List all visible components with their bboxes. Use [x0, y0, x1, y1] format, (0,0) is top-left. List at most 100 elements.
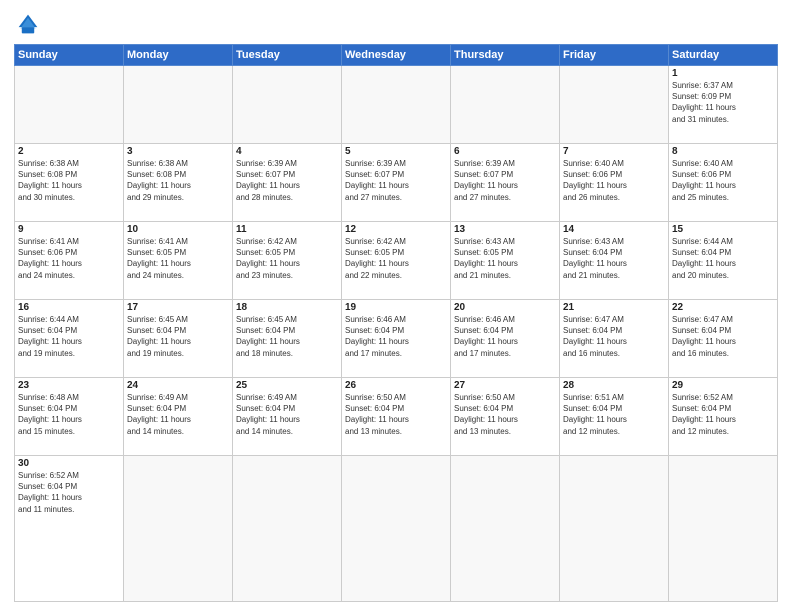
week-row-3: 9Sunrise: 6:41 AM Sunset: 6:06 PM Daylig… — [15, 222, 778, 300]
week-row-5: 23Sunrise: 6:48 AM Sunset: 6:04 PM Dayli… — [15, 378, 778, 456]
day-info: Sunrise: 6:49 AM Sunset: 6:04 PM Dayligh… — [127, 392, 229, 437]
day-number: 20 — [454, 302, 556, 313]
day-number: 21 — [563, 302, 665, 313]
day-number: 10 — [127, 224, 229, 235]
weekday-header-thursday: Thursday — [451, 45, 560, 66]
day-cell — [342, 66, 451, 144]
day-number: 30 — [18, 458, 120, 469]
day-number: 16 — [18, 302, 120, 313]
day-cell — [451, 456, 560, 602]
day-info: Sunrise: 6:43 AM Sunset: 6:05 PM Dayligh… — [454, 236, 556, 281]
day-info: Sunrise: 6:43 AM Sunset: 6:04 PM Dayligh… — [563, 236, 665, 281]
day-cell: 18Sunrise: 6:45 AM Sunset: 6:04 PM Dayli… — [233, 300, 342, 378]
day-number: 26 — [345, 380, 447, 391]
day-number: 5 — [345, 146, 447, 157]
day-cell: 11Sunrise: 6:42 AM Sunset: 6:05 PM Dayli… — [233, 222, 342, 300]
day-info: Sunrise: 6:52 AM Sunset: 6:04 PM Dayligh… — [672, 392, 774, 437]
day-info: Sunrise: 6:41 AM Sunset: 6:05 PM Dayligh… — [127, 236, 229, 281]
day-info: Sunrise: 6:46 AM Sunset: 6:04 PM Dayligh… — [454, 314, 556, 359]
day-info: Sunrise: 6:52 AM Sunset: 6:04 PM Dayligh… — [18, 470, 120, 515]
day-number: 7 — [563, 146, 665, 157]
day-cell — [342, 456, 451, 602]
week-row-4: 16Sunrise: 6:44 AM Sunset: 6:04 PM Dayli… — [15, 300, 778, 378]
day-info: Sunrise: 6:45 AM Sunset: 6:04 PM Dayligh… — [236, 314, 338, 359]
calendar-table: SundayMondayTuesdayWednesdayThursdayFrid… — [14, 44, 778, 602]
day-cell: 13Sunrise: 6:43 AM Sunset: 6:05 PM Dayli… — [451, 222, 560, 300]
logo — [14, 10, 46, 38]
day-number: 22 — [672, 302, 774, 313]
day-number: 17 — [127, 302, 229, 313]
day-number: 29 — [672, 380, 774, 391]
day-number: 3 — [127, 146, 229, 157]
day-cell — [124, 456, 233, 602]
day-cell: 20Sunrise: 6:46 AM Sunset: 6:04 PM Dayli… — [451, 300, 560, 378]
day-number: 25 — [236, 380, 338, 391]
day-cell: 23Sunrise: 6:48 AM Sunset: 6:04 PM Dayli… — [15, 378, 124, 456]
day-info: Sunrise: 6:42 AM Sunset: 6:05 PM Dayligh… — [345, 236, 447, 281]
day-cell — [233, 456, 342, 602]
day-cell: 27Sunrise: 6:50 AM Sunset: 6:04 PM Dayli… — [451, 378, 560, 456]
day-cell: 12Sunrise: 6:42 AM Sunset: 6:05 PM Dayli… — [342, 222, 451, 300]
day-info: Sunrise: 6:50 AM Sunset: 6:04 PM Dayligh… — [454, 392, 556, 437]
day-cell — [15, 66, 124, 144]
day-info: Sunrise: 6:40 AM Sunset: 6:06 PM Dayligh… — [563, 158, 665, 203]
day-info: Sunrise: 6:44 AM Sunset: 6:04 PM Dayligh… — [672, 236, 774, 281]
day-cell: 19Sunrise: 6:46 AM Sunset: 6:04 PM Dayli… — [342, 300, 451, 378]
day-cell: 5Sunrise: 6:39 AM Sunset: 6:07 PM Daylig… — [342, 144, 451, 222]
weekday-header-saturday: Saturday — [669, 45, 778, 66]
day-info: Sunrise: 6:38 AM Sunset: 6:08 PM Dayligh… — [18, 158, 120, 203]
day-info: Sunrise: 6:45 AM Sunset: 6:04 PM Dayligh… — [127, 314, 229, 359]
day-cell: 16Sunrise: 6:44 AM Sunset: 6:04 PM Dayli… — [15, 300, 124, 378]
day-cell — [124, 66, 233, 144]
header — [14, 10, 778, 38]
page: SundayMondayTuesdayWednesdayThursdayFrid… — [0, 0, 792, 612]
day-number: 12 — [345, 224, 447, 235]
day-cell: 3Sunrise: 6:38 AM Sunset: 6:08 PM Daylig… — [124, 144, 233, 222]
day-cell: 26Sunrise: 6:50 AM Sunset: 6:04 PM Dayli… — [342, 378, 451, 456]
week-row-2: 2Sunrise: 6:38 AM Sunset: 6:08 PM Daylig… — [15, 144, 778, 222]
day-cell: 15Sunrise: 6:44 AM Sunset: 6:04 PM Dayli… — [669, 222, 778, 300]
day-number: 4 — [236, 146, 338, 157]
day-cell: 6Sunrise: 6:39 AM Sunset: 6:07 PM Daylig… — [451, 144, 560, 222]
weekday-header-sunday: Sunday — [15, 45, 124, 66]
day-info: Sunrise: 6:38 AM Sunset: 6:08 PM Dayligh… — [127, 158, 229, 203]
day-cell — [233, 66, 342, 144]
day-number: 24 — [127, 380, 229, 391]
day-info: Sunrise: 6:47 AM Sunset: 6:04 PM Dayligh… — [563, 314, 665, 359]
day-cell: 8Sunrise: 6:40 AM Sunset: 6:06 PM Daylig… — [669, 144, 778, 222]
day-cell: 2Sunrise: 6:38 AM Sunset: 6:08 PM Daylig… — [15, 144, 124, 222]
day-cell: 14Sunrise: 6:43 AM Sunset: 6:04 PM Dayli… — [560, 222, 669, 300]
day-cell: 9Sunrise: 6:41 AM Sunset: 6:06 PM Daylig… — [15, 222, 124, 300]
day-number: 8 — [672, 146, 774, 157]
day-cell — [669, 456, 778, 602]
day-number: 13 — [454, 224, 556, 235]
day-cell: 21Sunrise: 6:47 AM Sunset: 6:04 PM Dayli… — [560, 300, 669, 378]
day-info: Sunrise: 6:41 AM Sunset: 6:06 PM Dayligh… — [18, 236, 120, 281]
day-cell: 24Sunrise: 6:49 AM Sunset: 6:04 PM Dayli… — [124, 378, 233, 456]
weekday-header-row: SundayMondayTuesdayWednesdayThursdayFrid… — [15, 45, 778, 66]
day-cell: 30Sunrise: 6:52 AM Sunset: 6:04 PM Dayli… — [15, 456, 124, 602]
day-cell — [451, 66, 560, 144]
day-number: 14 — [563, 224, 665, 235]
day-info: Sunrise: 6:39 AM Sunset: 6:07 PM Dayligh… — [454, 158, 556, 203]
day-info: Sunrise: 6:49 AM Sunset: 6:04 PM Dayligh… — [236, 392, 338, 437]
day-info: Sunrise: 6:44 AM Sunset: 6:04 PM Dayligh… — [18, 314, 120, 359]
day-number: 28 — [563, 380, 665, 391]
day-cell: 4Sunrise: 6:39 AM Sunset: 6:07 PM Daylig… — [233, 144, 342, 222]
day-number: 11 — [236, 224, 338, 235]
logo-icon — [14, 10, 42, 38]
day-number: 6 — [454, 146, 556, 157]
day-info: Sunrise: 6:50 AM Sunset: 6:04 PM Dayligh… — [345, 392, 447, 437]
day-cell — [560, 456, 669, 602]
day-number: 1 — [672, 68, 774, 79]
day-number: 27 — [454, 380, 556, 391]
day-cell: 25Sunrise: 6:49 AM Sunset: 6:04 PM Dayli… — [233, 378, 342, 456]
day-number: 19 — [345, 302, 447, 313]
day-cell — [560, 66, 669, 144]
weekday-header-wednesday: Wednesday — [342, 45, 451, 66]
day-cell: 1Sunrise: 6:37 AM Sunset: 6:09 PM Daylig… — [669, 66, 778, 144]
day-cell: 29Sunrise: 6:52 AM Sunset: 6:04 PM Dayli… — [669, 378, 778, 456]
day-number: 2 — [18, 146, 120, 157]
day-info: Sunrise: 6:51 AM Sunset: 6:04 PM Dayligh… — [563, 392, 665, 437]
day-info: Sunrise: 6:37 AM Sunset: 6:09 PM Dayligh… — [672, 80, 774, 125]
